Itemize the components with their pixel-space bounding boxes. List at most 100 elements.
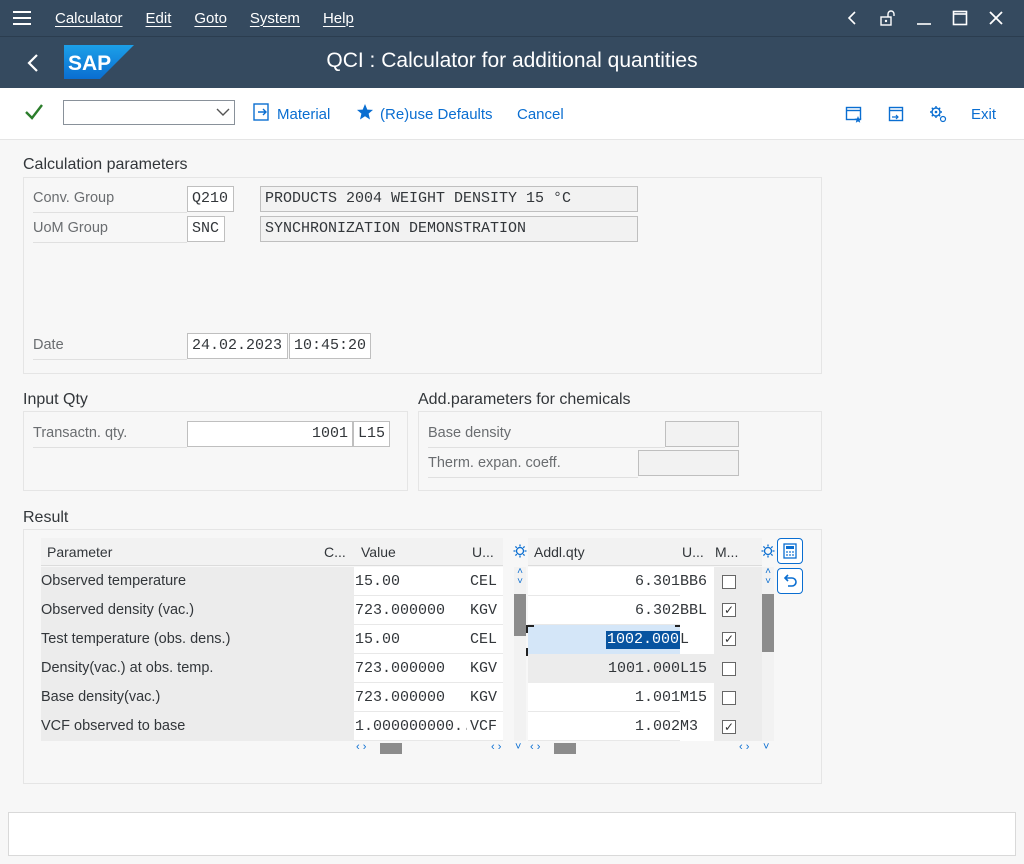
m-checkbox[interactable] bbox=[722, 662, 736, 676]
star-icon bbox=[356, 103, 374, 125]
exit-button[interactable]: Exit bbox=[971, 104, 996, 124]
uom-group-field[interactable]: SNC bbox=[187, 216, 225, 242]
addl-qty-cell[interactable]: 1001.000 bbox=[528, 654, 680, 683]
maximize-icon[interactable] bbox=[942, 0, 978, 36]
value-cell[interactable]: 723.000000 bbox=[354, 596, 467, 625]
status-bar bbox=[8, 812, 1016, 856]
unit-cell[interactable]: CEL bbox=[467, 567, 503, 596]
m-checkbox[interactable]: ✓ bbox=[722, 632, 736, 646]
unit-cell[interactable]: CEL bbox=[467, 625, 503, 654]
value-cell[interactable]: 15.00 bbox=[354, 567, 467, 596]
col-addl-unit[interactable]: U... bbox=[682, 544, 704, 560]
menu-goto[interactable]: Goto bbox=[194, 10, 227, 27]
command-field[interactable] bbox=[63, 100, 235, 125]
addl-unit-cell[interactable]: L bbox=[680, 625, 714, 654]
scroll-thumb[interactable] bbox=[514, 594, 526, 636]
col-parameter[interactable]: Parameter bbox=[47, 544, 112, 560]
addl-qty-cell[interactable]: 6.302 bbox=[528, 596, 680, 625]
minimize-icon[interactable] bbox=[906, 0, 942, 36]
calc-params-title: Calculation parameters bbox=[23, 156, 188, 173]
selection-corner bbox=[526, 625, 534, 633]
addl-unit-cell[interactable]: L15 bbox=[680, 654, 714, 683]
value-cell[interactable]: 723.000000 bbox=[354, 654, 467, 683]
unit-cell[interactable]: KGV bbox=[467, 596, 503, 625]
col-value[interactable]: Value bbox=[361, 544, 396, 560]
undo-button[interactable] bbox=[777, 568, 803, 594]
menu-system[interactable]: System bbox=[250, 10, 300, 27]
c-cell bbox=[323, 596, 354, 625]
checkmark-icon[interactable] bbox=[24, 102, 48, 126]
addl-unit-cell[interactable]: M3 bbox=[680, 712, 714, 741]
scroll-down-icon[interactable]: ˅ bbox=[515, 741, 521, 753]
right-vertical-scrollbar[interactable]: ˄ ˅ bbox=[762, 567, 774, 741]
unit-cell[interactable]: KGV bbox=[467, 683, 503, 712]
value-cell[interactable]: 1.000000000... bbox=[354, 712, 467, 741]
chevron-left-icon[interactable] bbox=[834, 0, 870, 36]
scroll-up-down-icon[interactable]: ˄ ˅ bbox=[514, 567, 526, 587]
divider bbox=[428, 477, 638, 478]
m-checkbox[interactable]: ✓ bbox=[722, 603, 736, 617]
col-m[interactable]: M... bbox=[715, 544, 738, 560]
left-scroll-end-arrows-icon[interactable]: ‹ › bbox=[491, 741, 501, 753]
value-cell[interactable]: 15.00 bbox=[354, 625, 467, 654]
toolbar: Material (Re)use Defaults Cancel Exit bbox=[0, 88, 1024, 140]
left-scroll-arrows-icon[interactable]: ‹ › bbox=[356, 741, 366, 753]
title-bar: SAP QCI : Calculator for additional quan… bbox=[0, 36, 1024, 88]
param-cell: Density(vac.) at obs. temp. bbox=[41, 654, 323, 683]
material-button[interactable]: Material bbox=[253, 103, 330, 125]
time-field[interactable]: 10:45:20 bbox=[289, 333, 371, 359]
menu-calculator[interactable]: Calculator bbox=[55, 10, 123, 27]
reuse-defaults-button[interactable]: (Re)use Defaults bbox=[356, 104, 493, 124]
addl-qty-cell[interactable]: 1.001 bbox=[528, 683, 680, 712]
left-vertical-scrollbar[interactable]: ˄ ˅ bbox=[514, 567, 526, 741]
input-qty-title: Input Qty bbox=[23, 391, 88, 408]
unlock-icon[interactable] bbox=[870, 0, 906, 36]
addl-unit-cell[interactable]: BBL bbox=[680, 596, 714, 625]
menu-help[interactable]: Help bbox=[323, 10, 354, 27]
menu-edit[interactable]: Edit bbox=[146, 10, 172, 27]
cancel-button[interactable]: Cancel bbox=[517, 104, 564, 124]
m-checkbox[interactable] bbox=[722, 691, 736, 705]
unit-cell[interactable]: KGV bbox=[467, 654, 503, 683]
addl-qty-selected-cell[interactable]: 1002.000 bbox=[606, 631, 681, 649]
divider bbox=[33, 447, 187, 448]
right-grid-settings-icon[interactable] bbox=[759, 541, 777, 561]
scroll-up-down-icon[interactable]: ˄ ˅ bbox=[762, 567, 774, 587]
hamburger-menu-icon[interactable] bbox=[0, 0, 44, 36]
settings-gears-icon[interactable] bbox=[927, 103, 949, 125]
new-window-icon[interactable] bbox=[843, 103, 865, 125]
left-grid-settings-icon[interactable] bbox=[511, 541, 529, 561]
col-addl-qty[interactable]: Addl.qty bbox=[534, 544, 585, 560]
therm-expan-field[interactable] bbox=[638, 450, 739, 476]
display-window-icon[interactable] bbox=[885, 103, 907, 125]
base-density-field[interactable] bbox=[665, 421, 739, 447]
transaction-qty-field[interactable]: 1001 bbox=[187, 421, 353, 447]
addl-qty-cell[interactable]: 6.301 bbox=[528, 567, 680, 596]
addl-unit-cell[interactable]: M15 bbox=[680, 683, 714, 712]
transaction-unit-field[interactable]: L15 bbox=[353, 421, 390, 447]
col-unit[interactable]: U... bbox=[472, 544, 494, 560]
chevron-down-icon[interactable] bbox=[216, 103, 230, 124]
conv-group-field[interactable]: Q210 bbox=[187, 186, 234, 212]
scroll-thumb[interactable] bbox=[762, 594, 774, 652]
right-h-scroll-thumb[interactable] bbox=[554, 743, 576, 754]
addl-qty-cell[interactable]: 1.002 bbox=[528, 712, 680, 741]
therm-expan-label: Therm. expan. coeff. bbox=[428, 455, 561, 471]
c-cell bbox=[323, 712, 354, 741]
material-icon bbox=[253, 103, 271, 125]
close-icon[interactable] bbox=[978, 0, 1014, 36]
calculator-button[interactable] bbox=[777, 538, 803, 564]
col-c[interactable]: C... bbox=[324, 544, 346, 560]
left-h-scroll-thumb[interactable] bbox=[380, 743, 402, 754]
unit-cell[interactable]: VCF bbox=[467, 712, 503, 741]
window-controls bbox=[834, 0, 1014, 36]
value-cell[interactable]: 723.000000 bbox=[354, 683, 467, 712]
right-scroll-end-arrows-icon[interactable]: ‹ › bbox=[739, 741, 749, 753]
addl-unit-cell[interactable]: BB6 bbox=[680, 567, 714, 596]
m-checkbox[interactable]: ✓ bbox=[722, 720, 736, 734]
m-checkbox[interactable] bbox=[722, 575, 736, 589]
scroll-down-icon[interactable]: ˅ bbox=[763, 741, 769, 753]
right-scroll-arrows-icon[interactable]: ‹ › bbox=[530, 741, 540, 753]
date-field[interactable]: 24.02.2023 bbox=[187, 333, 288, 359]
divider bbox=[33, 242, 187, 243]
